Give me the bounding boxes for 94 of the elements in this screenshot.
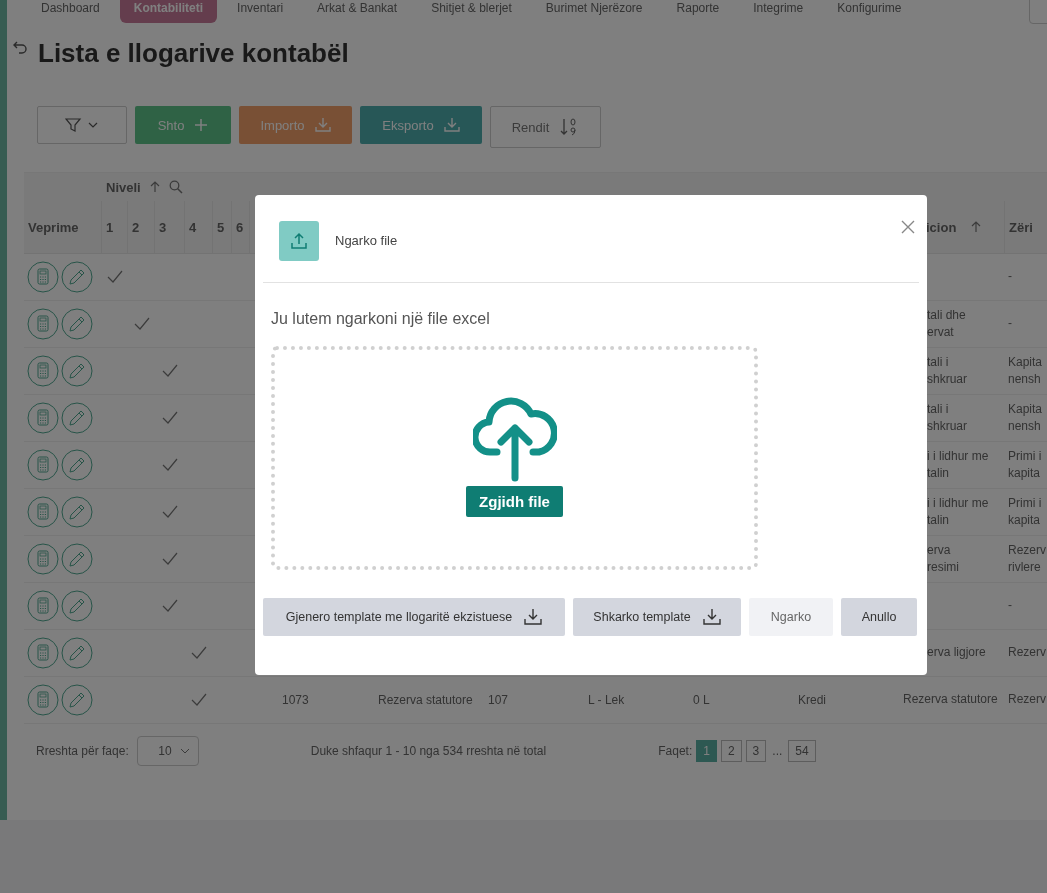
nav-tab[interactable]: Arkat & Bankat — [303, 0, 412, 23]
dialog-prompt: Ju lutem ngarkoni një file excel — [271, 310, 491, 328]
calculator-icon[interactable] — [27, 449, 59, 481]
table-cell: erva resimi — [927, 542, 959, 574]
column-header: 5 — [217, 219, 225, 235]
column-header: Veprime — [28, 219, 79, 235]
ellipsis: ... — [771, 743, 784, 760]
pencil-icon[interactable] — [61, 355, 93, 387]
column-header: 1 — [106, 219, 114, 235]
nav-tab[interactable]: Konfigurime — [823, 0, 916, 23]
column-header: icion — [926, 219, 957, 235]
column-header: 3 — [159, 219, 167, 235]
page-button[interactable]: 1 — [696, 740, 717, 762]
download-icon — [702, 608, 721, 626]
dialog-button[interactable]: Anullo — [841, 598, 917, 636]
column-header: 2 — [132, 219, 140, 235]
table-cell: L - Lek — [588, 693, 625, 707]
nav-tab[interactable]: Dashboard — [27, 0, 114, 23]
column-header: 6 — [236, 219, 244, 235]
nav-tab[interactable]: Inventari — [223, 0, 298, 23]
pencil-icon[interactable] — [61, 637, 93, 669]
pencil-icon[interactable] — [61, 590, 93, 622]
drop-zone[interactable]: Zgjidh file — [271, 346, 758, 570]
table-cell: Kapita nensh — [1008, 401, 1043, 433]
pencil-icon[interactable] — [61, 261, 93, 293]
nav-tab[interactable]: Kontabiliteti — [119, 0, 218, 23]
nav-tab[interactable]: Shitjet & blerjet — [417, 0, 526, 23]
pencil-icon[interactable] — [61, 496, 93, 528]
table-cell: Rezerv rivlere — [1008, 542, 1046, 574]
table-cell: Rezerv — [1008, 645, 1046, 660]
page-button[interactable]: 3 — [745, 740, 767, 762]
page-button[interactable]: 54 — [788, 740, 816, 762]
pencil-icon[interactable] — [61, 402, 93, 434]
sort-button[interactable]: Rendit — [490, 106, 601, 148]
table-cell: Kredi — [798, 693, 826, 707]
undo-icon[interactable] — [12, 40, 28, 56]
column-header[interactable]: Niveli — [106, 179, 141, 195]
add-button[interactable]: Shto — [135, 106, 231, 144]
pencil-icon[interactable] — [61, 449, 93, 481]
chevron-down-icon — [179, 748, 190, 754]
calculator-icon[interactable] — [27, 684, 59, 716]
plus-icon — [194, 118, 209, 132]
column-header: 4 — [189, 219, 197, 235]
sort-arrow-icon[interactable] — [148, 181, 161, 193]
calculator-icon[interactable] — [27, 543, 59, 575]
table-cell: Rezerv — [1008, 692, 1046, 707]
table-cell: Kapita nensh — [1008, 354, 1043, 386]
table-cell: Rezerva statutore — [903, 692, 998, 707]
rows-per-page-label: Rreshta për faqe: — [36, 744, 129, 758]
filter-button[interactable] — [37, 106, 127, 144]
filter-icon — [65, 117, 99, 133]
column-header: Zëri — [1009, 219, 1033, 235]
calculator-icon[interactable] — [27, 355, 59, 387]
upload-icon — [279, 220, 319, 261]
table-cell: 107 — [488, 693, 509, 707]
rows-per-page-select[interactable]: 10 — [136, 736, 199, 766]
calculator-icon[interactable] — [27, 261, 59, 293]
calculator-icon[interactable] — [27, 402, 59, 434]
page-title: Lista e llogarive kontabël — [38, 38, 349, 69]
calculator-icon[interactable] — [27, 637, 59, 669]
calculator-icon[interactable] — [27, 496, 59, 528]
import-button[interactable]: Importo — [239, 106, 352, 144]
table-cell: 0 L — [693, 693, 710, 707]
nav-tab[interactable]: Integrime — [739, 0, 818, 23]
pencil-icon[interactable] — [61, 684, 93, 716]
download-icon — [524, 608, 543, 626]
calculator-icon[interactable] — [27, 590, 59, 622]
dialog-title: Ngarko file — [335, 233, 398, 248]
download-button[interactable]: Gjenero template me llogaritë ekzistuese — [263, 598, 565, 636]
nav-tab[interactable]: Burimet Njerëzore — [531, 0, 657, 23]
choose-file-button[interactable]: Zgjidh file — [466, 485, 563, 517]
search-icon[interactable] — [168, 180, 183, 194]
page-button[interactable]: 2 — [720, 740, 742, 762]
table-cell: i i lidhur me talin — [927, 495, 989, 527]
nav-tab[interactable]: Raporte — [662, 0, 734, 23]
sort-arrow-icon[interactable] — [970, 221, 983, 233]
results-summary: Duke shfaqur 1 - 10 nga 534 rreshta në total — [310, 744, 547, 758]
table-cell: erva ligjore — [927, 645, 986, 660]
table-cell: - — [1008, 598, 1012, 613]
download-icon — [443, 117, 460, 133]
table-cell: i i lidhur me talin — [927, 448, 989, 480]
download-button[interactable]: Shkarko template — [573, 598, 741, 636]
pages-label: Faqet: — [658, 744, 693, 758]
close-icon[interactable] — [901, 220, 915, 234]
calculator-icon[interactable] — [27, 308, 59, 340]
table-cell: Rezerva statutore — [378, 693, 473, 707]
table-cell: tali dhe ervat — [927, 307, 966, 339]
table-cell: - — [1008, 269, 1012, 284]
pencil-icon[interactable] — [61, 543, 93, 575]
table-cell: 1073 — [282, 693, 309, 707]
pencil-icon[interactable] — [61, 308, 93, 340]
export-button[interactable]: Eksporto — [360, 106, 482, 144]
table-cell: - — [1008, 316, 1012, 331]
download-icon — [314, 117, 331, 133]
